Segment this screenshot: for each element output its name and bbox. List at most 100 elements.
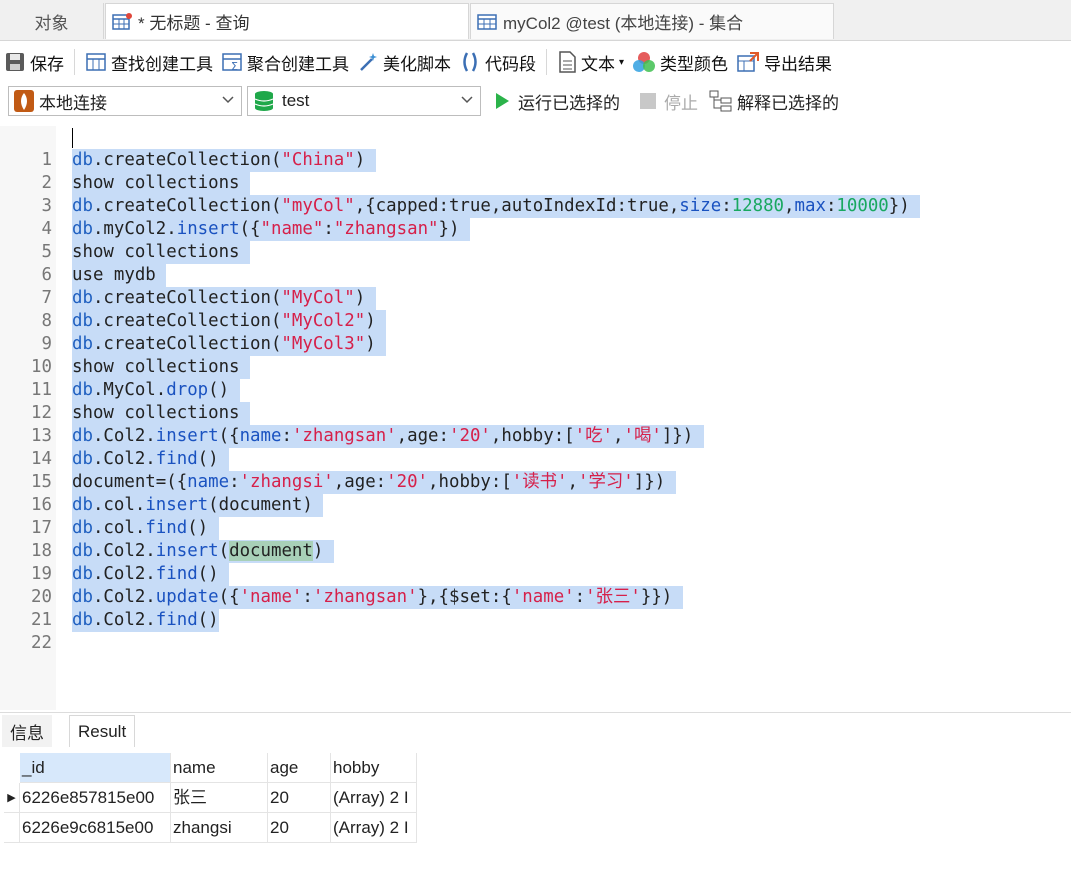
database-icon [254,91,274,111]
code-line: 10 db.createCollection("MyCol3") [0,333,1071,377]
svg-text:Σ: Σ [231,60,238,73]
code-text: db.createCollection("MyCol") [72,287,376,310]
row-selector[interactable] [4,813,20,843]
type-color-button[interactable]: 类型颜色 [628,46,732,78]
code-line: 4 db.createCollection("myCol",{capped:tr… [0,195,1071,239]
code-text: db.col.insert(document) [72,494,324,517]
code-text: show collections [72,241,250,264]
document-icon [559,51,576,73]
connection-bar: 本地连接 test 运行已选择的 停止 解释已选择的 [0,84,1071,118]
tab-result[interactable]: Result [69,715,136,747]
code-line: 17 db.col.insert(document) [0,494,1071,538]
result-tabs: 信息 Result [0,715,1071,747]
aggregate-builder-icon: Σ [222,53,242,73]
snippet-button[interactable]: 代码段 [455,46,540,78]
tab-objects[interactable]: 对象 [0,3,104,39]
column-header-name[interactable]: name [171,753,268,783]
aggregate-builder-label: 聚合创建工具 [247,54,349,74]
code-text: db.MyCol.drop() [72,379,240,402]
code-line: 7 use mydb [0,264,1071,308]
code-text: db.Col2.find() [72,448,230,471]
database-value: test [282,91,310,110]
text-view-button[interactable]: 文本 ▾ [553,46,628,78]
text-view-label: 文本 [581,54,615,74]
code-text: db.Col2.find() [72,609,219,632]
connection-select[interactable]: 本地连接 [8,86,242,116]
code-line: 1 [0,126,1071,170]
code-line: 6 show collections [0,241,1071,285]
explain-selected-button[interactable]: 解释已选择的 [709,86,839,116]
code-text: db.createCollection("myCol",{capped:true… [72,195,921,218]
code-line: 13 show collections [0,402,1071,446]
stop-label: 停止 [664,93,698,113]
tab-bar: 对象 * 无标题 - 查询 myCol2 @test (本地连接) - 集合 [0,0,1071,41]
database-select[interactable]: test [247,86,481,116]
code-line: 16 document=({name:'zhangsi',age:'20',ho… [0,471,1071,515]
column-header-age[interactable]: age [268,753,331,783]
color-palette-icon [633,52,656,72]
column-header-hobby[interactable]: hobby [331,753,417,783]
export-results-button[interactable]: 导出结果 [732,46,836,78]
aggregate-builder-button[interactable]: Σ 聚合创建工具 [217,46,353,78]
tab-info-label: 信息 [10,723,44,743]
stop-button[interactable]: 停止 [638,86,698,116]
text-cursor [72,128,73,148]
play-icon [496,93,509,109]
code-text: db.col.find() [72,517,219,540]
export-results-label: 导出结果 [764,54,833,74]
code-line: 2 db.createCollection("China") [0,149,1071,193]
table-cell[interactable]: (Array) 2 I [331,813,417,843]
column-header-id[interactable]: _id [20,753,171,783]
table-cell[interactable]: 张三 [171,783,268,813]
code-text: db.Col2.insert({name:'zhangsan',age:'20'… [72,425,704,448]
code-text: show collections [72,172,250,195]
tab-collection[interactable]: myCol2 @test (本地连接) - 集合 [470,3,834,39]
code-line: 3 show collections [0,172,1071,216]
code-line: 14 db.Col2.insert({name:'zhangsan',age:'… [0,425,1071,469]
brackets-icon [463,52,477,72]
find-builder-icon [86,53,106,71]
chevron-down-icon [461,96,473,104]
find-builder-button[interactable]: 查找创建工具 [81,46,217,78]
table-cell[interactable]: 20 [268,813,331,843]
tab-query-label: * 无标题 - 查询 [138,14,250,33]
beautify-button[interactable]: 美化脚本 [353,46,455,78]
run-selected-label: 运行已选择的 [518,93,620,113]
code-text: use mydb [72,264,167,287]
run-selected-button[interactable]: 运行已选择的 [492,86,620,116]
code-text: db.Col2.insert(document) [72,540,334,563]
table-cell[interactable]: 6226e9c6815e00 [20,813,171,843]
code-line: 9 db.createCollection("MyCol2") [0,310,1071,354]
tab-info[interactable]: 信息 [2,715,52,747]
save-label: 保存 [30,54,64,74]
tab-query[interactable]: * 无标题 - 查询 [105,3,469,39]
magic-wand-icon [360,53,377,71]
code-text: db.Col2.update({'name':'zhangsan'},{$set… [72,586,683,609]
toolbar-divider [546,49,547,75]
code-line: 11 show collections [0,356,1071,400]
tab-result-label: Result [78,721,127,741]
table-cell[interactable]: 6226e857815e00 [20,783,171,813]
code-text: show collections [72,356,250,379]
code-text: db.createCollection("China") [72,149,376,172]
code-line: 18 db.col.find() [0,517,1071,561]
save-button[interactable]: 保存 [0,46,68,78]
row-pointer-icon: ▶ [4,783,20,813]
code-line: 8 db.createCollection("MyCol") [0,287,1071,331]
export-icon [737,52,760,72]
query-table-icon [112,12,132,30]
code-text: db.createCollection("MyCol3") [72,333,387,356]
explain-tree-icon [709,90,732,112]
chevron-down-icon: ▾ [619,56,625,68]
code-line: 22 db.Col2.find() [0,609,1071,653]
tab-collection-label: myCol2 @test (本地连接) - 集合 [503,14,744,33]
toolbar: 保存 查找创建工具 Σ 聚合创建工具 美化脚本 代码段 文本 ▾ 类型颜色 导出… [0,42,1071,82]
explain-selected-label: 解释已选择的 [737,93,839,113]
table-cell[interactable]: zhangsi [171,813,268,843]
code-line: 5 db.myCol2.insert({"name":"zhangsan"}) [0,218,1071,262]
mongodb-leaf-icon [14,90,34,112]
table-cell[interactable]: (Array) 2 I [331,783,417,813]
code-text: show collections [72,402,250,425]
table-cell[interactable]: 20 [268,783,331,813]
code-editor[interactable]: 1 2 db.createCollection("China") 3 show … [0,126,1071,710]
